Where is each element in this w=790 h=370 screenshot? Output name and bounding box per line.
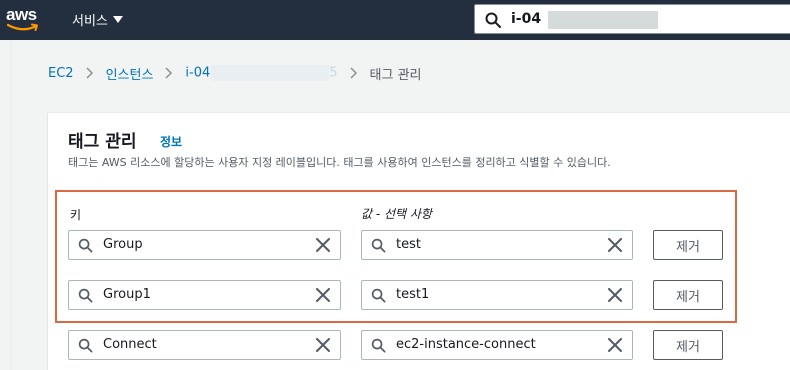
aws-logo-text: aws: [6, 5, 37, 24]
global-search-input[interactable]: i-04: [474, 4, 790, 34]
caret-down-icon: [112, 15, 123, 23]
search-value: i-04: [511, 11, 542, 27]
tag-key-input[interactable]: Group1: [68, 280, 341, 310]
breadcrumb-instances-link[interactable]: 인스턴스: [106, 64, 154, 83]
search-icon: [78, 238, 93, 253]
tag-value-input[interactable]: test1: [361, 280, 633, 310]
search-icon: [371, 338, 386, 353]
clear-icon[interactable]: [608, 288, 622, 302]
remove-tag-button[interactable]: 제거: [653, 280, 723, 310]
breadcrumb-ec2-link[interactable]: EC2: [48, 66, 74, 81]
chevron-right-icon: [86, 67, 93, 79]
search-icon: [371, 288, 386, 303]
remove-tag-button[interactable]: 제거: [653, 330, 723, 360]
tag-key-value: Connect: [103, 337, 157, 352]
remove-tag-button[interactable]: 제거: [653, 230, 723, 260]
breadcrumb: EC2 인스턴스 i-04 5 태그 관리: [48, 64, 422, 83]
clear-icon[interactable]: [316, 288, 330, 302]
manage-tags-panel: 태그 관리 정보 태그는 AWS 리소스에 할당하는 사용자 지정 레이블입니다…: [48, 112, 790, 370]
redacted-region: [548, 11, 658, 29]
tag-value-value: test: [396, 237, 421, 252]
chevron-right-icon: [350, 67, 357, 79]
panel-description: 태그는 AWS 리소스에 할당하는 사용자 지정 레이블입니다. 태그를 사용하…: [68, 156, 611, 169]
search-icon: [78, 288, 93, 303]
search-icon: [485, 12, 501, 28]
clear-icon[interactable]: [316, 338, 330, 352]
tag-key-input[interactable]: Group: [68, 230, 341, 260]
clear-icon[interactable]: [608, 338, 622, 352]
search-icon: [78, 338, 93, 353]
breadcrumb-current: 태그 관리: [369, 67, 422, 83]
chevron-right-icon: [165, 67, 173, 79]
clear-icon[interactable]: [316, 238, 330, 252]
instance-id-prefix: i-04: [185, 65, 211, 81]
tag-key-value: Group1: [103, 287, 151, 302]
top-navigation-bar: aws 서비스 i-04: [0, 0, 790, 40]
aws-logo[interactable]: aws: [6, 5, 40, 35]
instance-id-suffix: 5: [329, 65, 338, 81]
services-menu-button[interactable]: 서비스: [72, 10, 123, 29]
tag-value-value: test1: [396, 287, 430, 302]
value-column-label: 값 - 선택 사항: [361, 207, 432, 221]
tag-value-input[interactable]: ec2-instance-connect: [361, 330, 633, 360]
aws-smile-icon: [7, 23, 38, 31]
tag-key-value: Group: [103, 237, 143, 252]
side-navigation-edge: [0, 40, 12, 370]
clear-icon[interactable]: [608, 238, 622, 252]
tag-key-input[interactable]: Connect: [68, 330, 341, 360]
services-label: 서비스: [72, 14, 108, 29]
tag-value-value: ec2-instance-connect: [396, 337, 536, 352]
key-column-label: 키: [70, 208, 82, 222]
tag-value-input[interactable]: test: [361, 230, 633, 260]
search-icon: [371, 238, 386, 253]
info-link[interactable]: 정보: [160, 133, 182, 150]
redacted-region: [211, 65, 330, 81]
breadcrumb-instance-id-link[interactable]: i-04 5: [185, 65, 338, 81]
panel-title: 태그 관리: [68, 132, 137, 152]
